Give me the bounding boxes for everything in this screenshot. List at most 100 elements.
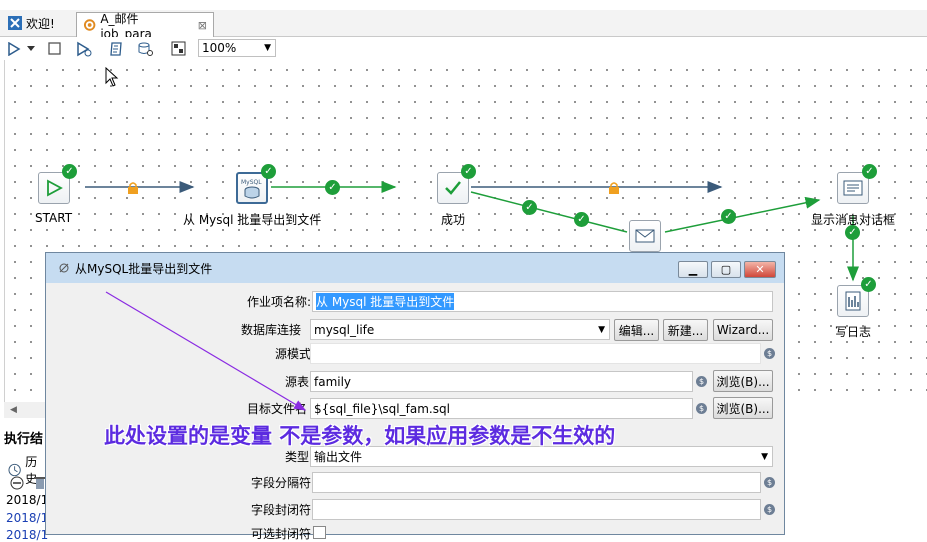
check-icon: ✓ xyxy=(461,164,476,179)
browse-table-button[interactable]: 浏览(B)... xyxy=(713,370,773,392)
remove-icon[interactable] xyxy=(10,476,24,490)
db-connection-select[interactable]: mysql_life ▼ xyxy=(310,319,610,340)
editor-tab-bar: 欢迎! A_邮件job_para ⊠ xyxy=(0,10,927,41)
stop-icon xyxy=(47,42,61,55)
chevron-down-icon xyxy=(27,45,35,51)
job-name-value: 从 Mysql 批量导出到文件 xyxy=(316,293,455,310)
field-enclosure-label: 字段封闭符 xyxy=(250,503,311,517)
stop-button[interactable] xyxy=(44,39,64,58)
source-table-input[interactable]: family xyxy=(310,371,693,392)
svg-text:MySQL: MySQL xyxy=(241,179,262,186)
target-file-input[interactable]: ${sql_file}\sql_fam.sql xyxy=(310,398,693,419)
node-success-label: 成功 xyxy=(441,213,466,227)
check-icon: ✓ xyxy=(861,277,876,292)
play-icon xyxy=(47,179,63,197)
node-mail[interactable] xyxy=(629,220,661,252)
dialog-app-icon xyxy=(59,263,69,273)
preview-button[interactable] xyxy=(74,39,94,58)
node-start-label: START xyxy=(35,211,73,225)
db-connection-value: mysql_life xyxy=(314,322,375,337)
close-icon: ✕ xyxy=(755,263,765,276)
variable-icon: $ xyxy=(764,477,775,488)
target-file-label: 目标文件名 xyxy=(246,402,307,416)
source-table-value: family xyxy=(314,374,352,389)
zoom-value: 100% xyxy=(202,41,237,55)
close-button[interactable]: ✕ xyxy=(744,261,776,278)
check-icon: ✓ xyxy=(62,164,77,179)
variable-icon: $ xyxy=(764,348,775,359)
clock-icon xyxy=(8,463,21,477)
hop-success-mail[interactable] xyxy=(470,191,628,233)
mysql-bulk-export-dialog: 从MySQL批量导出到文件 ▁ ▢ ✕ 作业项名称: 从 Mysql 批量导出到… xyxy=(45,252,785,541)
welcome-icon xyxy=(8,16,22,30)
tab-welcome[interactable]: 欢迎! xyxy=(2,12,74,34)
node-mysql-export-label: 从 Mysql 批量导出到文件 xyxy=(183,213,322,227)
db-connection-label: 数据库连接 xyxy=(240,323,301,337)
check-icon: ✓ xyxy=(574,212,589,227)
preview-icon xyxy=(77,41,92,56)
play-icon xyxy=(8,41,21,56)
script-icon xyxy=(110,41,122,56)
zoom-select[interactable]: 100% ▼ xyxy=(198,39,276,57)
optional-enclosure-label: 可选封闭符 xyxy=(250,527,311,541)
tab-close-icon[interactable]: ⊠ xyxy=(198,19,207,32)
checkmark-icon xyxy=(445,181,461,195)
tab-job[interactable]: A_邮件job_para ⊠ xyxy=(76,12,214,41)
job-name-input[interactable]: 从 Mysql 批量导出到文件 xyxy=(312,291,773,312)
optional-enclosure-checkbox[interactable] xyxy=(313,526,326,539)
maximize-button[interactable]: ▢ xyxy=(711,261,741,278)
type-value: 输出文件 xyxy=(314,450,363,464)
node-message-dialog-label: 显示消息对话框 xyxy=(811,213,896,227)
history-row[interactable]: 2018/1 xyxy=(6,528,48,542)
hop-mail-dialog[interactable] xyxy=(664,196,821,233)
grid-icon xyxy=(171,41,185,56)
dialog-title: 从MySQL批量导出到文件 xyxy=(75,261,213,276)
field-separator-input[interactable] xyxy=(312,472,761,493)
dialog-title-bar[interactable]: 从MySQL批量导出到文件 xyxy=(46,253,784,283)
check-icon: ✓ xyxy=(721,209,736,224)
minimize-button[interactable]: ▁ xyxy=(678,261,708,278)
check-icon: ✓ xyxy=(862,164,877,179)
variable-icon: $ xyxy=(764,504,775,515)
field-enclosure-input[interactable] xyxy=(312,499,761,520)
dialog-body: 作业项名称: 从 Mysql 批量导出到文件 数据库连接 mysql_life … xyxy=(51,284,779,541)
canvas-scrollbar[interactable]: ◀ xyxy=(4,402,48,418)
execution-results-panel: 执行结 历史 2018/1 2018/1 2018/1 xyxy=(0,418,48,542)
maximize-icon: ▢ xyxy=(720,263,732,276)
field-separator-label: 字段分隔符 xyxy=(250,476,311,490)
db-search-icon xyxy=(138,42,153,56)
check-button[interactable] xyxy=(106,39,126,58)
execution-results-title: 执行结 xyxy=(4,432,44,447)
node-write-log-label: 写日志 xyxy=(835,325,872,339)
chevron-down-icon: ▼ xyxy=(264,43,271,53)
history-row[interactable]: 2018/1 xyxy=(6,511,48,525)
tab-job-label: A_邮件job_para xyxy=(100,11,152,41)
lock-icon xyxy=(609,182,619,194)
source-schema-input[interactable] xyxy=(310,343,761,364)
source-schema-label: 源模式 xyxy=(274,347,311,361)
run-options-dropdown[interactable] xyxy=(24,39,38,58)
run-button[interactable] xyxy=(4,39,24,58)
lock-icon xyxy=(128,182,138,194)
browse-file-button[interactable]: 浏览(B)... xyxy=(713,397,773,419)
wizard-button[interactable]: Wizard... xyxy=(713,319,773,341)
history-row[interactable]: 2018/1 xyxy=(6,493,48,507)
check-icon: ✓ xyxy=(261,164,276,179)
mysql-icon: MySQL xyxy=(241,179,262,199)
message-box-icon xyxy=(843,180,863,196)
edit-connection-button[interactable]: 编辑... xyxy=(614,319,659,341)
annotation-text: 此处设置的是变量 不是参数，如果应用参数是不生效的 xyxy=(104,424,616,448)
chevron-down-icon: ▼ xyxy=(598,324,605,335)
new-connection-button[interactable]: 新建... xyxy=(663,319,708,341)
check-icon: ✓ xyxy=(325,180,340,195)
align-button[interactable] xyxy=(168,39,188,58)
analyze-button[interactable] xyxy=(136,39,156,58)
chevron-down-icon: ▼ xyxy=(761,451,768,462)
mail-icon xyxy=(635,229,655,243)
variable-icon: $ xyxy=(696,403,707,414)
job-name-label: 作业项名称: xyxy=(246,295,311,309)
source-table-label: 源表 xyxy=(284,375,309,389)
variable-icon: $ xyxy=(696,376,707,387)
target-file-value: ${sql_file}\sql_fam.sql xyxy=(314,401,450,416)
type-label: 类型 xyxy=(284,450,309,464)
